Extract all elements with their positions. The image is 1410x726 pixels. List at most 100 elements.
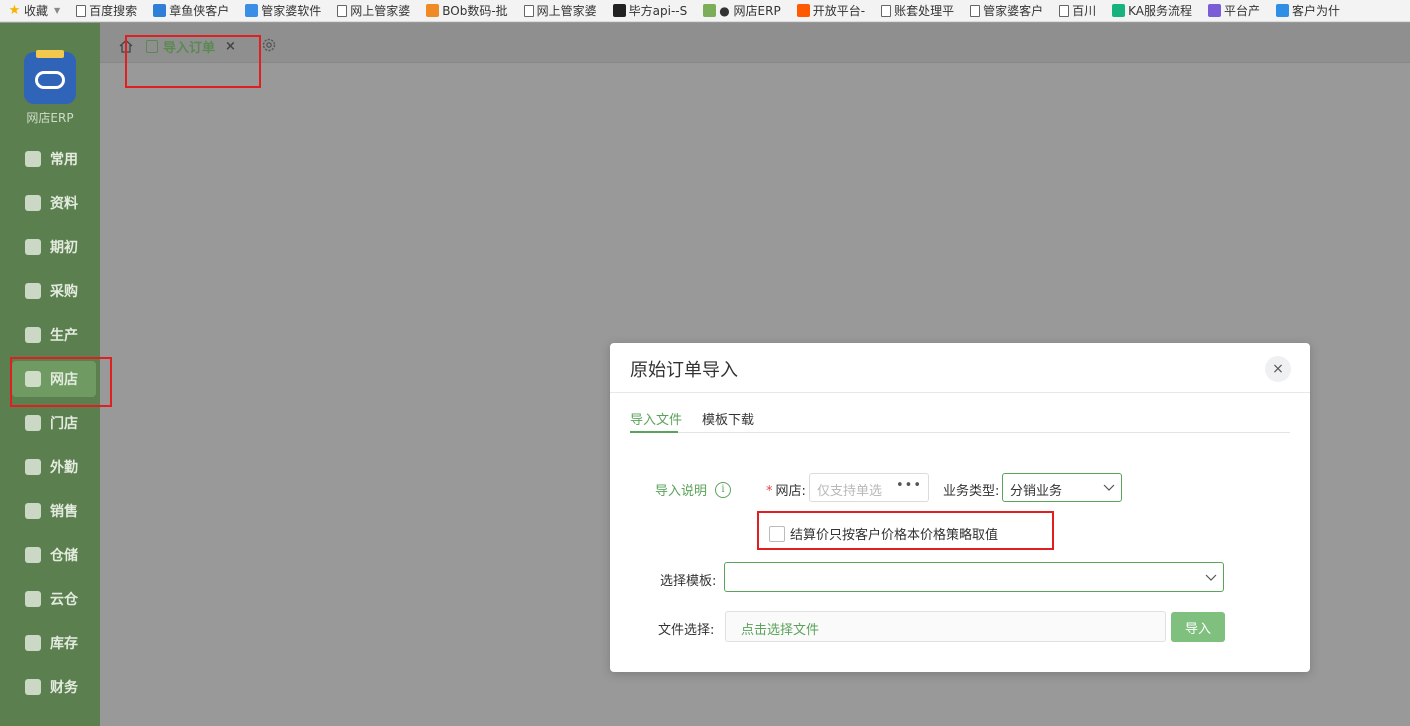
doc-icon	[881, 4, 892, 17]
bookmark-item[interactable]: BOb数码-批	[418, 0, 515, 21]
sidebar-item-label: 生产	[50, 328, 78, 344]
sidebar-item-pie[interactable]: 门店	[12, 405, 96, 441]
bookmark-item[interactable]: 百度搜索	[68, 0, 145, 21]
sidebar-item-label: 常用	[50, 152, 78, 168]
warehouse-icon	[25, 547, 41, 563]
import-modal: 原始订单导入 × 导入文件 模板下载 导入说明 i * 网店: 仅支持单选 •••…	[610, 343, 1310, 672]
sidebar-item-production[interactable]: 生产	[12, 317, 96, 353]
bookmark-label: BOb数码-批	[442, 4, 508, 18]
sidebar-item-label: 期初	[50, 240, 78, 256]
sidebar-item-label: 外勤	[50, 460, 78, 476]
sidebar-item-label: 财务	[50, 680, 78, 696]
bookmark-item[interactable]: ● 网店ERP	[695, 0, 788, 21]
ka-icon	[1112, 4, 1126, 17]
import-button[interactable]: 导入	[1171, 612, 1225, 642]
cloud-icon	[35, 70, 65, 89]
sidebar-item-star[interactable]: 常用	[12, 141, 96, 177]
bookmark-item[interactable]: KA服务流程	[1104, 0, 1200, 21]
file-label: 文件选择:	[658, 623, 715, 638]
import-help-link[interactable]: 导入说明 i	[655, 480, 732, 499]
field-icon	[25, 459, 41, 475]
tab-import-file[interactable]: 导入文件	[630, 409, 682, 428]
tab-bar: 导入订单 ×	[100, 23, 1410, 63]
doc-icon	[970, 4, 981, 17]
bookmark-item[interactable]: 管家婆客户	[962, 0, 1051, 21]
bookmark-label: 客户为什	[1292, 4, 1341, 18]
app-logo[interactable]	[24, 50, 76, 104]
bookmark-item[interactable]: 网上管家婆	[516, 0, 605, 21]
target-icon	[25, 239, 41, 255]
bookmark-item[interactable]: 章鱼侠客户	[145, 0, 237, 21]
divider	[610, 392, 1310, 393]
cloud-icon	[245, 4, 259, 17]
doc-icon	[76, 4, 87, 17]
biz-type-value: 分销业务	[1010, 484, 1063, 499]
file-picker[interactable]: 点击选择文件	[725, 611, 1166, 642]
bookmark-item[interactable]: 客户为什	[1268, 0, 1348, 21]
sidebar-item-document[interactable]: 资料	[12, 185, 96, 221]
bookmark-item[interactable]: 管家婆软件	[237, 0, 329, 21]
chevron-down-icon[interactable]: ▼	[54, 6, 60, 15]
doc-icon	[523, 4, 534, 17]
chevron-down-icon	[1103, 484, 1115, 491]
sidebar-item-cloud-warehouse[interactable]: 云仓	[12, 581, 96, 617]
more-icon[interactable]: •••	[896, 478, 922, 493]
active-tab-indicator	[630, 431, 678, 433]
bookmark-label: 管家婆软件	[261, 4, 322, 18]
taobao-icon	[796, 4, 810, 17]
modal-title: 原始订单导入	[630, 360, 738, 381]
info-icon[interactable]: i	[715, 481, 732, 498]
biz-type-select[interactable]: 分销业务	[1002, 473, 1122, 502]
bookmark-label: KA服务流程	[1128, 4, 1192, 18]
bookmark-label: 百度搜索	[89, 4, 138, 18]
sidebar-item-inventory[interactable]: 库存	[12, 625, 96, 661]
doc-icon	[1059, 4, 1070, 17]
shop-select-input[interactable]: 仅支持单选 •••	[809, 473, 929, 502]
template-label: 选择模板:	[660, 574, 717, 589]
tabs-divider	[630, 432, 1290, 433]
sidebar-item-purchase[interactable]: 采购	[12, 273, 96, 309]
sales-icon	[25, 503, 41, 519]
gear-icon[interactable]	[261, 37, 277, 53]
bookmark-item[interactable]: 账套处理平	[873, 0, 962, 21]
sidebar-item-warehouse[interactable]: 仓储	[12, 537, 96, 573]
help-link-label: 导入说明	[655, 484, 708, 499]
star-icon: ★	[8, 3, 21, 18]
bookmark-label: 收藏	[24, 4, 49, 18]
sidebar-item-target[interactable]: 期初	[12, 229, 96, 265]
sidebar-item-sales[interactable]: 销售	[12, 493, 96, 529]
bookmark-label: 账套处理平	[894, 4, 955, 18]
bookmark-item[interactable]: ★ 收藏 ▼	[0, 0, 68, 21]
bookmark-label: 平台产	[1223, 4, 1260, 18]
sidebar-item-label: 销售	[50, 504, 78, 520]
bookmark-item[interactable]: 网上管家婆	[329, 0, 418, 21]
chevron-down-icon	[1205, 574, 1217, 581]
sidebar-item-label: 门店	[50, 416, 78, 432]
shop-label: * 网店:	[766, 480, 806, 499]
cloud-warehouse-icon	[25, 591, 41, 607]
logo-ribbon	[36, 50, 64, 58]
bookmark-label: 管家婆客户	[983, 4, 1044, 18]
sidebar-item-label: 库存	[50, 636, 78, 652]
erp-icon	[703, 4, 717, 17]
bookmark-item[interactable]: 毕方api--S	[605, 0, 696, 21]
octopus-icon	[153, 4, 167, 17]
sidebar-item-field[interactable]: 外勤	[12, 449, 96, 485]
bookmarks-bar: ★ 收藏 ▼ 百度搜索 章鱼侠客户 管家婆软件 网上管家婆 BOb数码-批 网上管家婆 毕方api…	[0, 0, 1410, 22]
bookmark-item[interactable]: 百川	[1051, 0, 1104, 21]
close-icon[interactable]: ×	[1265, 356, 1291, 382]
biz-type-label: 业务类型:	[943, 484, 1000, 499]
sidebar-item-finance[interactable]: 财务	[12, 669, 96, 705]
bot-icon	[1276, 4, 1289, 17]
app-name: 网店ERP	[26, 111, 74, 125]
bookmark-label: ● 网店ERP	[719, 4, 781, 18]
bookmark-item[interactable]: 开放平台-	[789, 0, 873, 21]
inventory-icon	[25, 635, 41, 651]
bookmark-label: 开放平台-	[812, 4, 866, 18]
tab-template-download[interactable]: 模板下载	[702, 409, 754, 428]
template-select[interactable]	[724, 562, 1224, 592]
bookmark-label: 章鱼侠客户	[169, 4, 230, 18]
bookmark-label: 毕方api--S	[628, 4, 688, 18]
annotation-box-tab	[125, 35, 261, 88]
bookmark-item[interactable]: 平台产	[1200, 0, 1268, 21]
